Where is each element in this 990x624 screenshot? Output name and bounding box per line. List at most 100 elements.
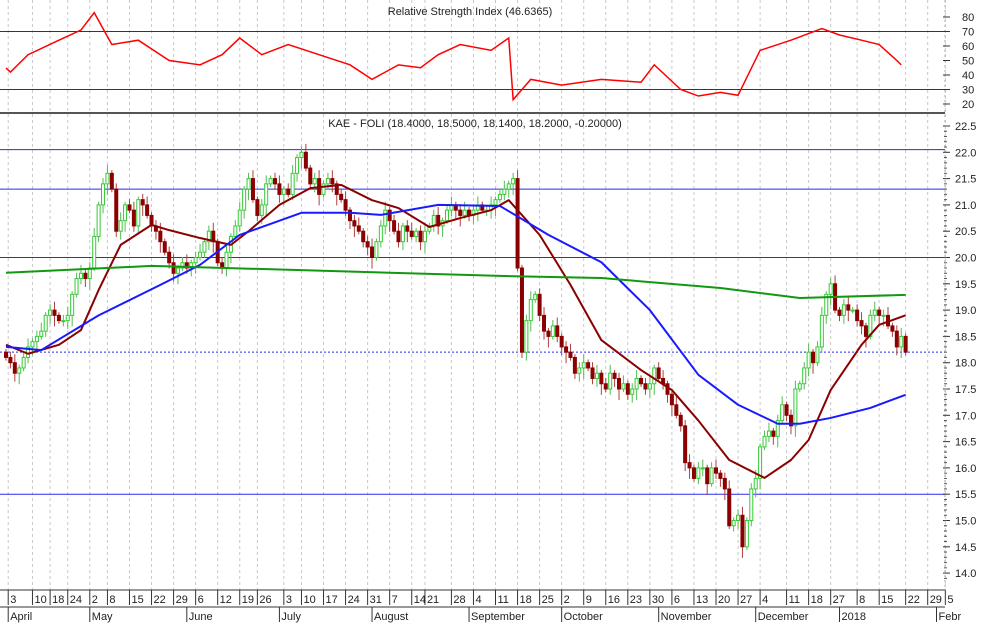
candlestick [255, 196, 260, 222]
candlestick [105, 164, 110, 195]
week-tick-label: 24 [348, 594, 360, 606]
candle-body [78, 272, 83, 280]
candlestick [180, 256, 185, 272]
candlestick [709, 462, 714, 487]
candle-body [797, 383, 802, 390]
candle-body [330, 178, 335, 185]
candlestick [378, 220, 383, 248]
candlestick [594, 364, 599, 387]
week-tick-label: 21 [427, 594, 439, 606]
candlestick [96, 201, 101, 243]
candle-body [259, 204, 264, 216]
candle-body [74, 278, 79, 295]
candle-body [639, 377, 644, 385]
candle-body [422, 230, 427, 243]
candlestick [683, 420, 688, 472]
candlestick [449, 196, 454, 216]
candle-body [846, 304, 851, 311]
week-tick-label: 12 [220, 594, 232, 606]
candle-body [131, 209, 136, 227]
candlestick [687, 454, 692, 479]
month-label: September [471, 611, 525, 623]
candlestick [4, 349, 8, 361]
candle-body [290, 172, 295, 195]
candle-body [502, 188, 507, 195]
candle-body [392, 220, 397, 232]
candlestick [290, 164, 295, 201]
candlestick [894, 325, 899, 356]
candle-body [855, 309, 860, 322]
candle-body [542, 314, 547, 332]
candlestick [458, 204, 463, 227]
candle-body [92, 235, 97, 269]
candlestick [542, 306, 547, 340]
candle-body [43, 314, 48, 332]
candlestick [877, 306, 882, 324]
week-tick-label: 18 [520, 594, 532, 606]
week-tick-label: 22 [908, 594, 920, 606]
candlestick [691, 464, 696, 482]
candle-body [586, 362, 591, 369]
candle-body [114, 188, 119, 232]
week-tick-label: 10 [34, 594, 46, 606]
candle-body [568, 351, 573, 358]
candlestick [634, 370, 639, 401]
candle-body [881, 314, 886, 317]
candlestick [528, 291, 533, 332]
candlestick [564, 341, 569, 364]
candle-body [700, 467, 705, 470]
candlestick [722, 472, 727, 500]
candlestick [599, 370, 604, 395]
month-label: October [564, 611, 603, 623]
candle-body [140, 199, 145, 206]
candlestick [656, 362, 661, 382]
price-tick-label: 21.5 [955, 174, 976, 186]
candle-body [250, 178, 255, 201]
candlestick [436, 207, 441, 235]
month-label: December [758, 611, 809, 623]
candle-body [528, 299, 533, 322]
candle-body [352, 220, 357, 227]
candle-body [599, 372, 604, 385]
week-tick-label: 4 [475, 594, 481, 606]
candle-body [21, 356, 26, 369]
candlestick [546, 327, 551, 348]
candlestick [497, 188, 502, 203]
candle-body [162, 241, 167, 253]
price-tick-label: 19.0 [955, 305, 976, 317]
candlestick [422, 222, 427, 253]
candlestick [153, 220, 158, 240]
candle-body [356, 225, 361, 232]
candlestick [467, 207, 472, 222]
candle-body [445, 209, 449, 222]
candlestick [608, 364, 613, 395]
week-tick-label: 28 [453, 594, 465, 606]
week-tick-label: 27 [833, 594, 845, 606]
price-tick-label: 15.5 [955, 489, 976, 501]
candlestick [890, 322, 895, 337]
candle-body [749, 488, 754, 522]
candle-body [193, 257, 198, 264]
week-tick-label: 16 [608, 594, 620, 606]
candle-body [744, 520, 749, 548]
candlestick [87, 262, 92, 290]
candlestick [405, 220, 410, 243]
week-tick-label: 7 [392, 594, 398, 606]
candlestick [811, 349, 816, 374]
candlestick [550, 320, 555, 340]
week-tick-label: 30 [652, 594, 664, 606]
candlestick [859, 312, 864, 335]
candle-body [559, 335, 564, 348]
candlestick [665, 380, 670, 403]
week-tick-label: 10 [303, 594, 315, 606]
candlestick [872, 301, 877, 322]
candlestick [828, 278, 833, 306]
candle-body [709, 467, 714, 485]
candlestick [303, 143, 308, 172]
candlestick [515, 170, 520, 272]
candle-body [127, 204, 132, 211]
candlestick [533, 291, 538, 303]
candlestick [736, 509, 741, 529]
rsi-line [5, 11, 902, 102]
week-tick-label: 8 [109, 594, 115, 606]
